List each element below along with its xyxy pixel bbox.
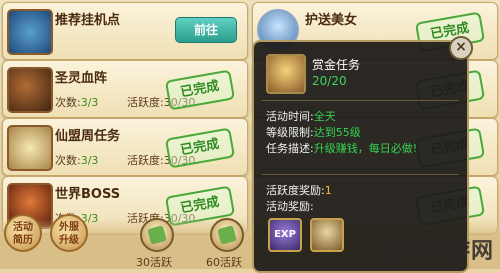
task-title: 圣灵血阵 [55,71,108,86]
milestone-label: 60活跃 [206,256,242,269]
bounty-scroll-icon [266,54,306,94]
divider [262,100,459,101]
reward-chest-30[interactable] [140,218,174,252]
rewards-label: 活动奖励: [266,200,314,213]
exp-reward-icon[interactable]: EXP [268,218,302,252]
count-stat: 次数:3/3 [55,96,99,109]
task-title: 世界BOSS [55,187,121,202]
milestone-label: 30活跃 [136,256,172,269]
popup-progress: 20/20 [312,74,347,88]
item-reward-icon[interactable]: item [310,218,344,252]
scroll-icon [7,125,53,171]
task-title: 护送美女 [305,13,358,28]
task-card-guild-weekly[interactable]: 仙盟周任务 次数:3/3 活跃度:30/30 已完成 [2,118,248,176]
task-card-recommended[interactable]: 推荐挂机点 前往 [2,2,248,60]
desc-row: 任务描述:升级赚钱，每日必做! [266,142,418,155]
completed-stamp: 已完成 [164,69,236,111]
go-button[interactable]: 前往 [175,17,237,43]
watermark: 京华手游网 [378,239,494,264]
blood-array-icon [7,67,53,113]
upgrade-button[interactable]: 外服 升级 [50,214,88,252]
activity-reward-row: 活跃度奖励:1 [266,184,332,197]
reward-chest-60[interactable] [210,218,244,252]
activity-history-button[interactable]: 活动 简历 [4,214,42,252]
count-stat: 次数:3/3 [55,154,99,167]
time-row: 活动时间:全天 [266,110,336,123]
swords-icon [7,9,53,55]
task-title: 推荐挂机点 [55,13,121,28]
popup-title: 赏金任务 [312,58,361,72]
level-row: 等级限制:达到55级 [266,126,361,139]
divider [262,174,459,175]
task-title: 仙盟周任务 [55,129,121,144]
task-card-blood-array[interactable]: 圣灵血阵 次数:3/3 活跃度:30/30 已完成 [2,60,248,118]
close-icon[interactable]: × [449,36,473,60]
completed-stamp: 已完成 [164,127,236,169]
